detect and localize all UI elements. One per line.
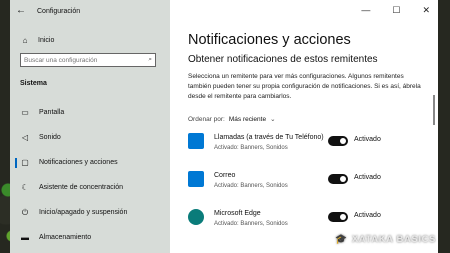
toggle-label: Activado bbox=[354, 212, 381, 219]
toggle-label: Activado bbox=[354, 174, 381, 181]
back-arrow-icon[interactable]: ← bbox=[16, 6, 26, 16]
app-row-llamadas[interactable]: Llamadas (a través de Tu Teléfono) Activ… bbox=[188, 133, 428, 161]
nav-list: ▭ Pantalla ◁ Sonido ▢ Notificaciones y a… bbox=[10, 100, 170, 250]
search-icon[interactable]: ⌕ bbox=[148, 56, 152, 64]
home-icon: ⌂ bbox=[22, 36, 28, 45]
watermark: 🎓 XATAKA BASICS bbox=[335, 234, 436, 245]
app-row-correo[interactable]: Correo Activado: Banners, Sonidos Activa… bbox=[188, 171, 428, 199]
home-link[interactable]: ⌂ Inicio bbox=[20, 36, 55, 45]
moon-icon: ☾ bbox=[21, 183, 29, 192]
edge-app-icon bbox=[188, 209, 204, 225]
title-bar: ← Configuración bbox=[16, 6, 80, 16]
sidebar-item-label: Pantalla bbox=[39, 109, 65, 116]
watermark-text: XATAKA BASICS bbox=[351, 234, 436, 245]
section-heading: Obtener notificaciones de estos remitent… bbox=[188, 54, 378, 65]
power-icon: ⏻ bbox=[21, 207, 29, 217]
sort-control[interactable]: Ordenar por: Más reciente ⌄ bbox=[188, 115, 276, 124]
sidebar-item-label: Sonido bbox=[39, 134, 61, 141]
close-button[interactable]: ✕ bbox=[422, 5, 430, 16]
section-label: Sistema bbox=[20, 80, 47, 87]
scrollbar[interactable] bbox=[433, 95, 435, 125]
app-name: Microsoft Edge bbox=[214, 210, 261, 217]
app-status: Activado: Banners, Sonidos bbox=[214, 221, 288, 227]
minimize-button[interactable]: — bbox=[361, 5, 370, 16]
sidebar-item-pantalla[interactable]: ▭ Pantalla bbox=[10, 100, 170, 125]
phone-app-icon bbox=[188, 133, 204, 149]
page-title: Notificaciones y acciones bbox=[188, 32, 351, 48]
speaker-icon: ◁ bbox=[21, 133, 29, 142]
monitor-icon: ▭ bbox=[21, 108, 29, 117]
app-status: Activado: Banners, Sonidos bbox=[214, 183, 288, 189]
main-content: — ☐ ✕ Notificaciones y acciones Obtener … bbox=[170, 0, 438, 253]
app-row-edge[interactable]: Microsoft Edge Activado: Banners, Sonido… bbox=[188, 209, 428, 237]
sidebar-item-inicio-apagado[interactable]: ⏻ Inicio/apagado y suspensión bbox=[10, 200, 170, 225]
toggle-label: Activado bbox=[354, 136, 381, 143]
notifications-icon: ▢ bbox=[21, 158, 29, 167]
sidebar-item-label: Asistente de concentración bbox=[39, 184, 124, 191]
sidebar-item-almacenamiento[interactable]: ▬ Almacenamiento bbox=[10, 225, 170, 250]
storage-icon: ▬ bbox=[21, 233, 29, 242]
sort-value[interactable]: Más reciente bbox=[229, 116, 266, 123]
sidebar-item-notificaciones[interactable]: ▢ Notificaciones y acciones bbox=[10, 150, 170, 175]
window-title: Configuración bbox=[37, 7, 81, 15]
sidebar-item-sonido[interactable]: ◁ Sonido bbox=[10, 125, 170, 150]
chevron-down-icon[interactable]: ⌄ bbox=[270, 115, 275, 123]
search-input[interactable] bbox=[24, 56, 134, 64]
sort-label: Ordenar por: bbox=[188, 115, 225, 123]
settings-window: ← Configuración ⌂ Inicio ⌕ Sistema ▭ Pan… bbox=[10, 0, 438, 253]
mail-app-icon bbox=[188, 171, 204, 187]
sidebar-item-label: Almacenamiento bbox=[39, 234, 92, 241]
notification-toggle[interactable] bbox=[328, 212, 348, 222]
description-text: Selecciona un remitente para ver más con… bbox=[188, 73, 421, 100]
window-controls: — ☐ ✕ bbox=[361, 5, 430, 16]
sidebar-item-label: Notificaciones y acciones bbox=[39, 159, 118, 166]
sidebar: ← Configuración ⌂ Inicio ⌕ Sistema ▭ Pan… bbox=[10, 0, 170, 253]
sidebar-item-concentracion[interactable]: ☾ Asistente de concentración bbox=[10, 175, 170, 200]
maximize-button[interactable]: ☐ bbox=[392, 5, 400, 16]
app-name: Correo bbox=[214, 172, 236, 179]
notification-toggle[interactable] bbox=[328, 136, 348, 146]
app-status: Activado: Banners, Sonidos bbox=[214, 145, 288, 151]
app-name: Llamadas (a través de Tu Teléfono) bbox=[214, 134, 324, 141]
search-box[interactable]: ⌕ bbox=[20, 53, 156, 67]
graduation-cap-icon: 🎓 bbox=[335, 234, 348, 245]
home-label: Inicio bbox=[38, 37, 55, 44]
sidebar-item-label: Inicio/apagado y suspensión bbox=[39, 209, 128, 216]
notification-toggle[interactable] bbox=[328, 174, 348, 184]
